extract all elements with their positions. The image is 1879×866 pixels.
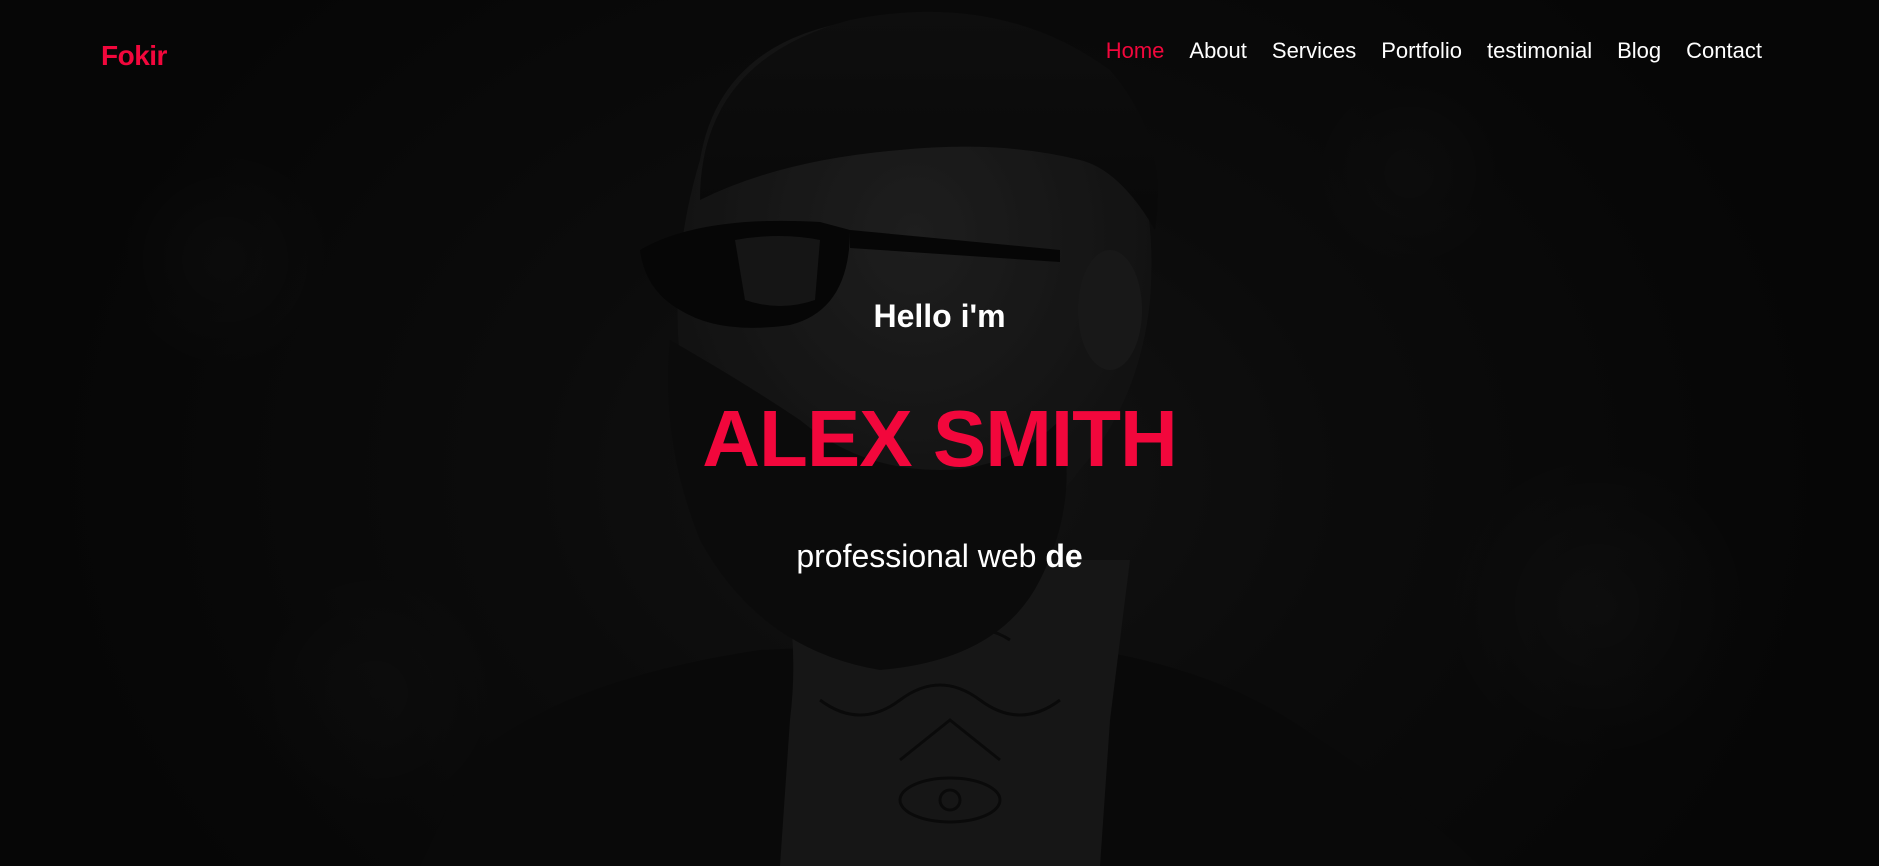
nav-link-services[interactable]: Services (1272, 36, 1356, 66)
nav-link-blog[interactable]: Blog (1617, 36, 1661, 66)
main-nav-menu: Home About Services Portfolio testimonia… (1081, 36, 1762, 66)
nav-link-testimonial[interactable]: testimonial (1487, 36, 1592, 66)
hero-section: Fokir Home About Services Portfolio test… (0, 0, 1879, 866)
hero-greeting: Hello i'm (873, 298, 1006, 334)
site-logo[interactable]: Fokir (101, 40, 167, 72)
nav-link-about[interactable]: About (1189, 36, 1247, 66)
hero-name: ALEX SMITH (702, 394, 1177, 483)
nav-item-home: Home (1106, 36, 1165, 66)
nav-link-contact[interactable]: Contact (1686, 36, 1762, 66)
nav-item-portfolio: Portfolio (1381, 36, 1462, 66)
nav-item-blog: Blog (1617, 36, 1661, 66)
nav-item-about: About (1189, 36, 1247, 66)
nav-link-home[interactable]: Home (1106, 36, 1165, 66)
top-navbar: Fokir Home About Services Portfolio test… (0, 0, 1879, 104)
hero-tagline: professional web de (0, 538, 1879, 575)
tagline-typed-text: de (1045, 538, 1083, 574)
nav-item-contact: Contact (1686, 36, 1762, 66)
nav-link-portfolio[interactable]: Portfolio (1381, 36, 1462, 66)
tagline-static-text: professional web (796, 538, 1046, 574)
nav-item-services: Services (1272, 36, 1356, 66)
nav-item-testimonial: testimonial (1487, 36, 1592, 66)
